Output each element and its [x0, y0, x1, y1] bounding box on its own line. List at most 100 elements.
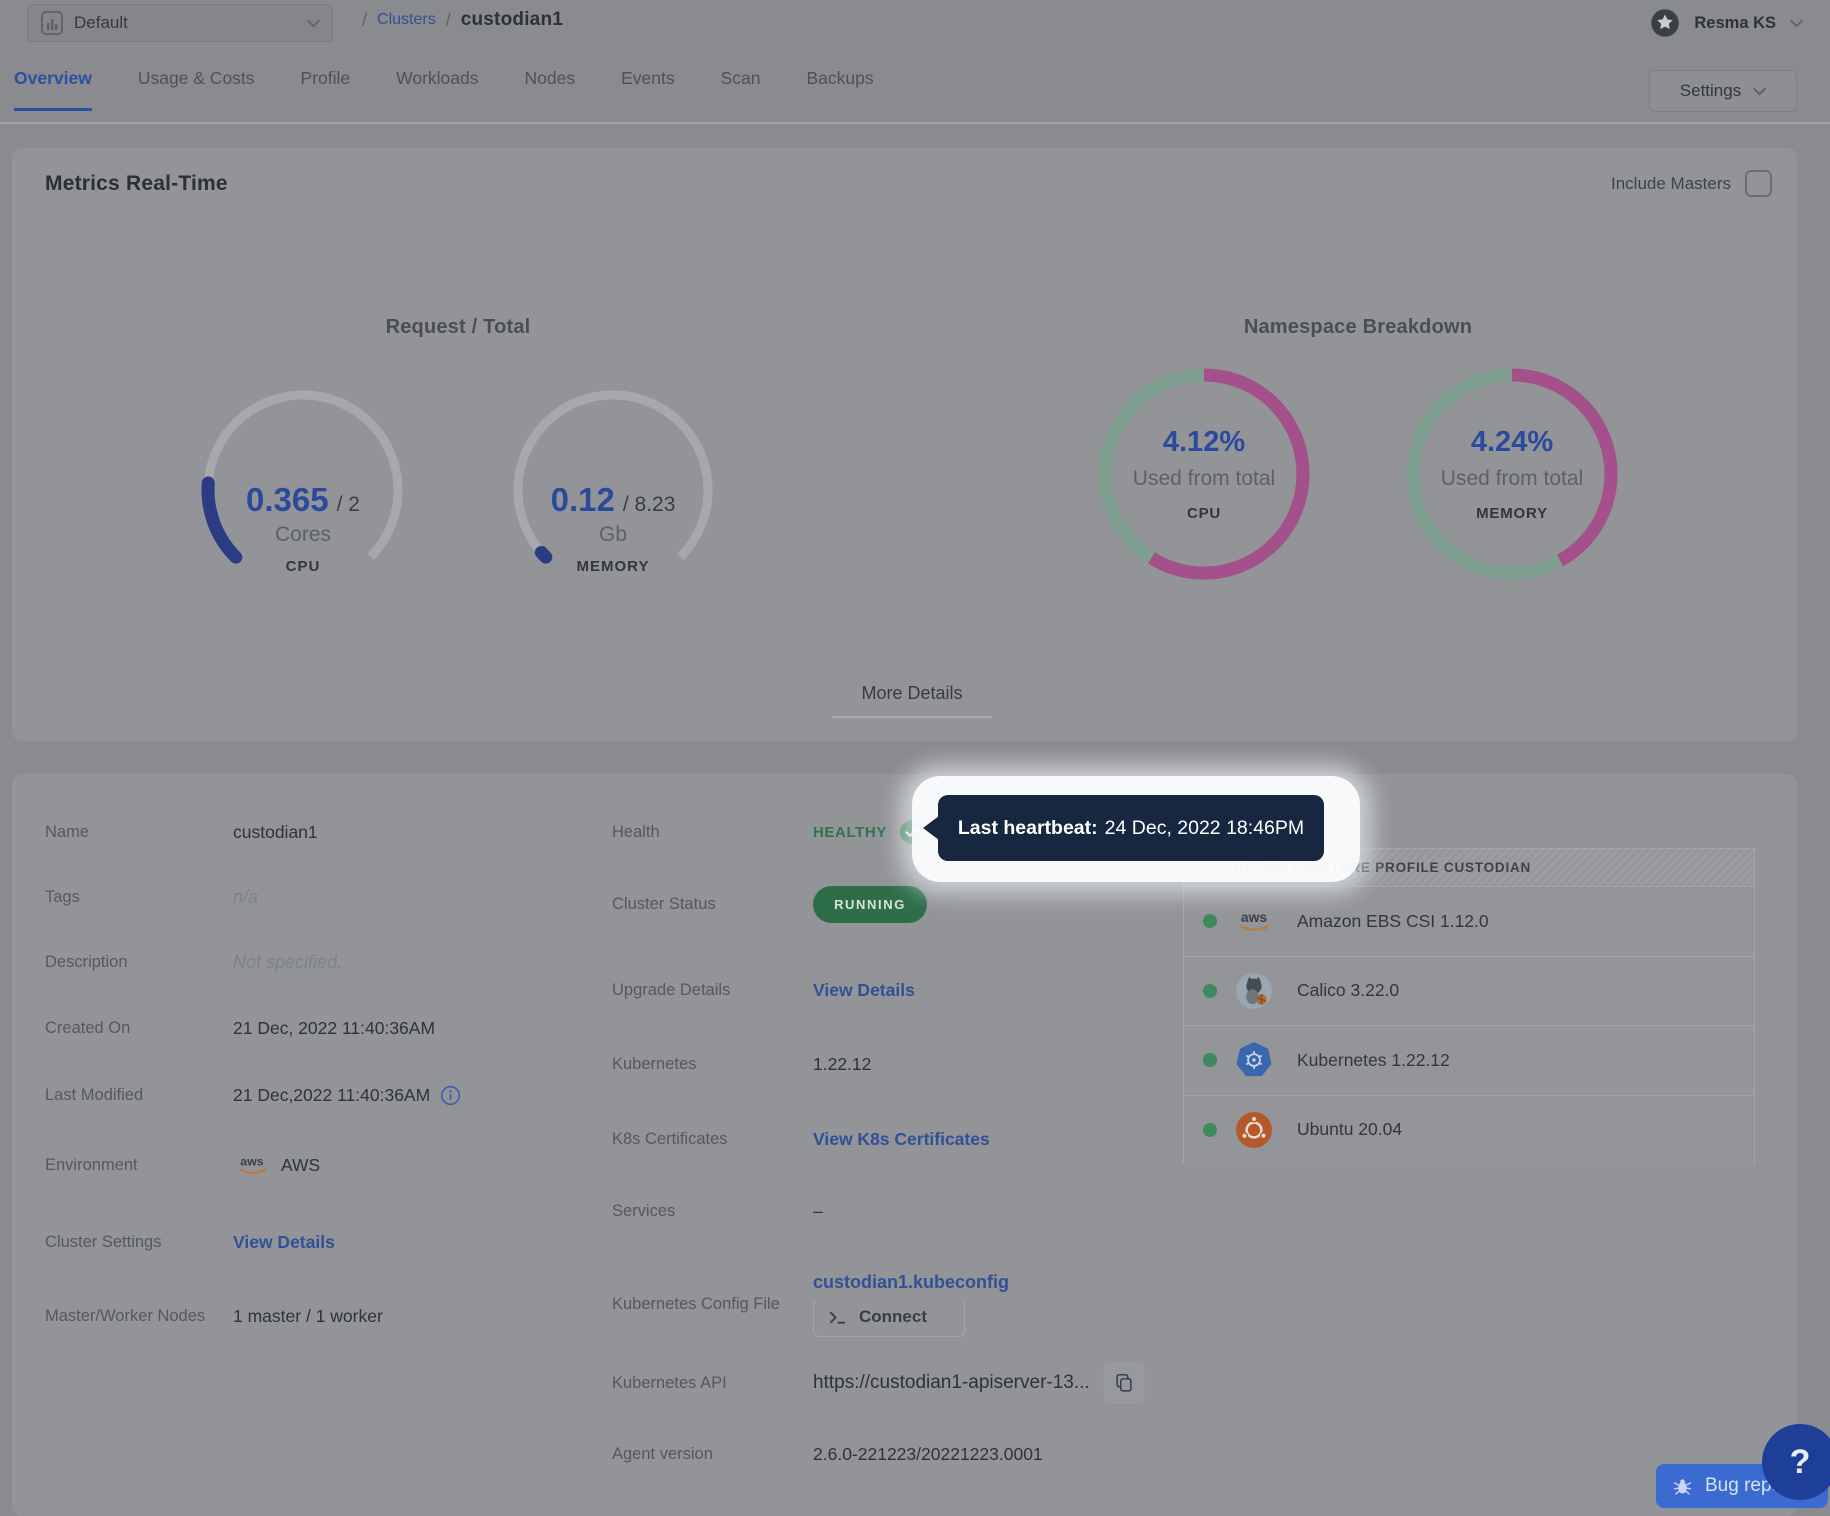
cpu-request-gauge: 0.365/ 2 Cores CPU — [198, 385, 408, 595]
connect-button[interactable]: Connect — [813, 1299, 965, 1337]
cpu-donut-value: 4.12% — [1078, 426, 1330, 459]
breadcrumb: / Clusters / custodian1 — [362, 9, 563, 31]
namespace-memory-donut: 4.24% Used from total MEMORY — [1406, 368, 1618, 580]
detail-row-created-on: Created On 21 Dec, 2022 11:40:36AM — [45, 1012, 435, 1044]
project-selector-dropdown[interactable]: Default — [27, 4, 333, 42]
cpu-gauge-unit: Cores — [158, 523, 448, 547]
upgrade-view-details-link[interactable]: View Details — [813, 980, 915, 1001]
breadcrumb-separator: / — [446, 10, 451, 31]
memory-gauge-title: MEMORY — [468, 558, 758, 575]
breadcrumb-separator: / — [362, 10, 367, 31]
cpu-donut-label: Used from total — [1078, 467, 1330, 491]
health-status: HEALTHY — [813, 824, 887, 841]
tab-scan[interactable]: Scan — [721, 68, 761, 111]
namespace-breakdown-title: Namespace Breakdown — [1058, 316, 1658, 339]
status-dot — [1203, 1123, 1217, 1137]
tab-workloads[interactable]: Workloads — [396, 68, 478, 111]
more-details-button[interactable]: More Details — [832, 683, 992, 718]
tab-profile[interactable]: Profile — [301, 68, 351, 111]
cpu-donut-title: CPU — [1078, 505, 1330, 522]
include-masters-control: Include Masters — [1611, 170, 1772, 197]
chevron-down-icon — [307, 19, 320, 28]
tab-nodes[interactable]: Nodes — [525, 68, 576, 111]
infra-item-kubernetes[interactable]: Kubernetes 1.22.12 — [1184, 1025, 1754, 1095]
tabs: Overview Usage & Costs Profile Workloads… — [14, 68, 874, 111]
detail-row-kubeconfig: Kubernetes Config File custodian1.kubeco… — [612, 1259, 1009, 1349]
info-icon[interactable] — [440, 1085, 461, 1106]
bug-icon — [1672, 1476, 1693, 1497]
infra-item-calico[interactable]: Calico 3.22.0 — [1184, 956, 1754, 1026]
tab-overview[interactable]: Overview — [14, 68, 92, 111]
detail-row-cluster-status: Cluster Status RUNNING — [612, 888, 927, 920]
memory-donut-title: MEMORY — [1386, 505, 1638, 522]
cluster-settings-view-details-link[interactable]: View Details — [233, 1232, 335, 1253]
copy-api-url-button[interactable] — [1102, 1361, 1146, 1405]
tab-backups[interactable]: Backups — [807, 68, 874, 111]
tab-usage-costs[interactable]: Usage & Costs — [138, 68, 255, 111]
project-selector-value: Default — [74, 13, 297, 33]
detail-row-cluster-settings: Cluster Settings View Details — [45, 1226, 335, 1258]
chevron-down-icon — [1753, 87, 1766, 96]
tooltip-arrow — [923, 816, 939, 840]
tabstrip: Overview Usage & Costs Profile Workloads… — [0, 56, 1830, 124]
copy-icon — [1113, 1372, 1135, 1394]
connect-button-label: Connect — [859, 1307, 927, 1327]
detail-row-kubernetes-api: Kubernetes API https://custodian1-apiser… — [612, 1360, 1146, 1406]
aws-icon: aws — [1233, 907, 1275, 935]
settings-button[interactable]: Settings — [1649, 70, 1797, 112]
terminal-icon — [828, 1310, 847, 1325]
infra-item-ubuntu[interactable]: Ubuntu 20.04 — [1184, 1095, 1754, 1165]
memory-request-gauge: 0.12/ 8.23 Gb MEMORY — [508, 385, 718, 595]
detail-row-k8s-certificates: K8s Certificates View K8s Certificates — [612, 1123, 990, 1155]
help-button[interactable]: ? — [1762, 1424, 1830, 1500]
tab-events[interactable]: Events — [621, 68, 675, 111]
kubeconfig-link[interactable]: custodian1.kubeconfig — [813, 1272, 1009, 1293]
infra-item-amazon-ebs-csi[interactable]: aws Amazon EBS CSI 1.12.0 — [1184, 886, 1754, 956]
settings-button-label: Settings — [1680, 81, 1741, 101]
metrics-realtime-panel: Metrics Real-Time Include Masters Reques… — [12, 148, 1797, 741]
detail-row-upgrade-details: Upgrade Details View Details — [612, 974, 915, 1006]
status-dot — [1203, 914, 1217, 928]
cpu-gauge-title: CPU — [158, 558, 448, 575]
detail-row-health: Health HEALTHY — [612, 816, 925, 848]
detail-row-services: Services – — [612, 1195, 823, 1227]
bar-chart-icon — [40, 10, 64, 36]
cpu-gauge-value: 0.365/ 2 — [158, 481, 448, 519]
detail-row-kubernetes-version: Kubernetes 1.22.12 — [612, 1048, 871, 1080]
calico-icon — [1233, 972, 1275, 1010]
detail-row-master-worker: Master/Worker Nodes 1 master / 1 worker — [45, 1300, 383, 1332]
aws-icon: aws — [233, 1152, 271, 1179]
detail-row-environment: Environment aws AWS — [45, 1149, 320, 1181]
detail-row-name: Name custodian1 — [45, 816, 318, 848]
last-heartbeat-tooltip: Last heartbeat: 24 Dec, 2022 18:46PM — [938, 795, 1324, 861]
topbar: Default / Clusters / custodian1 Resma KS — [0, 0, 1830, 50]
infrastructure-profile-panel: INFRASTRUCTURE PROFILE CUSTODIAN aws Ama… — [1183, 848, 1755, 1164]
status-dot — [1203, 1053, 1217, 1067]
svg-text:aws: aws — [240, 1154, 264, 1168]
chevron-down-icon[interactable] — [1790, 19, 1803, 28]
view-k8s-certificates-link[interactable]: View K8s Certificates — [813, 1129, 990, 1150]
cluster-overview-screen: Default / Clusters / custodian1 Resma KS… — [0, 0, 1830, 1516]
memory-gauge-unit: Gb — [468, 523, 758, 547]
status-dot — [1203, 984, 1217, 998]
user-name[interactable]: Resma KS — [1694, 14, 1776, 33]
namespace-cpu-donut: 4.12% Used from total CPU — [1098, 368, 1310, 580]
ubuntu-icon — [1233, 1111, 1275, 1149]
include-masters-checkbox[interactable] — [1745, 170, 1772, 197]
request-total-title: Request / Total — [158, 316, 758, 339]
metrics-panel-title: Metrics Real-Time — [45, 172, 228, 196]
detail-row-agent-version: Agent version 2.6.0-221223/20221223.0001 — [612, 1438, 1043, 1470]
include-masters-label: Include Masters — [1611, 174, 1731, 194]
memory-donut-label: Used from total — [1386, 467, 1638, 491]
running-status-badge: RUNNING — [813, 886, 927, 923]
detail-row-last-modified: Last Modified 21 Dec,2022 11:40:36AM — [45, 1079, 461, 1111]
user-avatar-star-icon[interactable] — [1650, 8, 1680, 38]
cluster-details-panel: Name custodian1 Tags n/a Description Not… — [12, 774, 1797, 1516]
kubernetes-icon — [1233, 1041, 1275, 1079]
detail-row-description: Description Not specified. — [45, 946, 342, 978]
topbar-right: Resma KS — [1650, 8, 1803, 38]
svg-text:aws: aws — [1241, 909, 1268, 925]
breadcrumb-clusters-link[interactable]: Clusters — [377, 11, 436, 29]
memory-gauge-value: 0.12/ 8.23 — [468, 481, 758, 519]
detail-row-tags: Tags n/a — [45, 881, 258, 913]
